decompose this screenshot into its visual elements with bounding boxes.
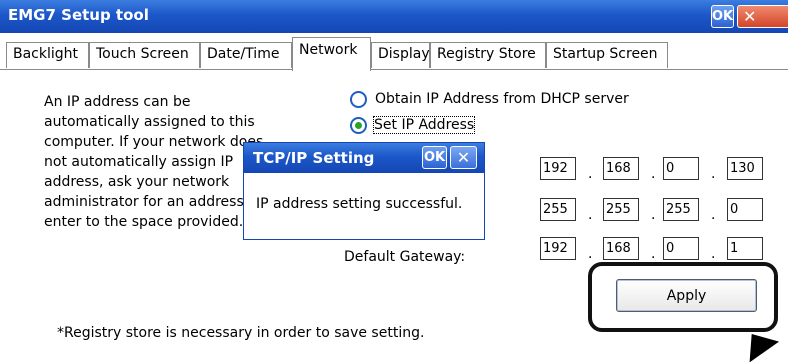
gateway-separator: . — [711, 246, 716, 262]
dialog-close-button[interactable]: ✕ — [450, 146, 477, 169]
subnet-octet-4[interactable]: 0 — [727, 198, 763, 221]
ip-separator: . — [588, 166, 593, 182]
dhcp-radio-label[interactable]: Obtain IP Address from DHCP server — [375, 91, 629, 107]
dialog-ok-button[interactable]: OK — [422, 146, 447, 169]
tab-touch-screen[interactable]: Touch Screen — [89, 42, 200, 68]
ip-separator: . — [651, 166, 656, 182]
gateway-octet-4[interactable]: 1 — [727, 237, 763, 260]
dhcp-radio[interactable] — [350, 91, 367, 108]
tab-panel-border — [0, 69, 788, 70]
dialog-title: TCP/IP Setting — [253, 149, 375, 167]
ip-octet-2[interactable]: 168 — [603, 157, 639, 180]
gateway-octet-3[interactable]: 0 — [663, 237, 699, 260]
registry-note: *Registry store is necessary in order to… — [57, 325, 425, 341]
description-line: automatically assigned to this — [44, 114, 255, 130]
tcpip-setting-dialog: TCP/IP Setting OK ✕ IP address setting s… — [243, 142, 485, 240]
tab-display[interactable]: Display — [371, 42, 430, 68]
subnet-separator: . — [711, 207, 716, 223]
gateway-octet-2[interactable]: 168 — [603, 237, 639, 260]
close-button[interactable]: ✕ — [737, 5, 788, 28]
apply-button[interactable]: Apply — [616, 279, 757, 312]
gateway-octet-1[interactable]: 192 — [540, 237, 576, 260]
static-ip-radio-label[interactable]: Set IP Address — [372, 116, 476, 134]
subnet-separator: . — [588, 207, 593, 223]
description-line: An IP address can be — [44, 94, 191, 110]
tab-startup-screen[interactable]: Startup Screen — [546, 42, 668, 68]
gateway-separator: . — [588, 246, 593, 262]
subnet-octet-2[interactable]: 255 — [603, 198, 639, 221]
subnet-octet-1[interactable]: 255 — [540, 198, 576, 221]
tab-backlight[interactable]: Backlight — [6, 42, 89, 68]
window-title: EMG7 Setup tool — [8, 6, 149, 24]
gateway-separator: . — [651, 246, 656, 262]
radio-selected-dot — [355, 122, 362, 129]
subnet-separator: . — [651, 207, 656, 223]
tab-registry-store[interactable]: Registry Store — [430, 42, 546, 68]
subnet-octet-3[interactable]: 255 — [663, 198, 699, 221]
dialog-title-bar: TCP/IP Setting OK ✕ — [244, 143, 484, 173]
title-bar: EMG7 Setup tool OK ✕ — [0, 0, 788, 33]
close-icon: ✕ — [743, 7, 757, 26]
ip-octet-4[interactable]: 130 — [727, 157, 763, 180]
ip-separator: . — [711, 166, 716, 182]
ip-octet-1[interactable]: 192 — [540, 157, 576, 180]
dialog-message: IP address setting successful. — [256, 196, 463, 212]
static-ip-radio[interactable] — [350, 117, 367, 134]
close-icon: ✕ — [456, 148, 471, 167]
tab-network[interactable]: Network — [292, 37, 371, 71]
default-gateway-label: Default Gateway: — [344, 249, 466, 265]
ok-button[interactable]: OK — [711, 5, 734, 28]
ip-octet-3[interactable]: 0 — [663, 157, 699, 180]
tab-date-time[interactable]: Date/Time — [200, 42, 292, 68]
